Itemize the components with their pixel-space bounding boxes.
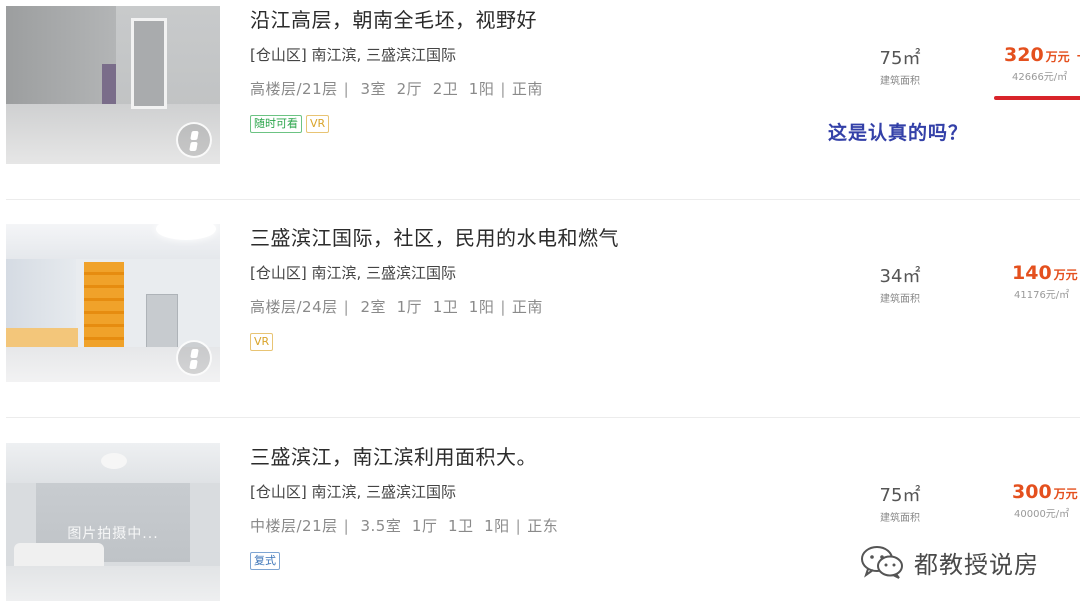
price-total: 140 万元 [1012,262,1078,284]
annotation-text: 这是认真的吗？ [828,122,969,144]
price-total: 320万元 - [1004,44,1080,66]
listing-attributes: 高楼层/24层 | 2室 1厅 1卫 1阳 | 正南 [250,296,543,317]
listing-area: 34㎡ 建筑面积 [872,262,928,305]
listing-community[interactable]: [仓山区] 南江滨, 三盛滨江国际 [250,262,456,283]
watermark: 都教授说房 [860,544,1039,580]
attr-floor: 中楼层/21层 [250,517,338,535]
attr-rooms: 3.5室 [360,517,402,535]
listing-price: 320万元 - 42666元/㎡ [1004,44,1080,83]
listing-area: 75㎡ 建筑面积 [872,44,928,87]
attr-rooms: 3室 [360,80,387,98]
listing-page: 沿江高层，朝南全毛坯，视野好 [仓山区] 南江滨, 三盛滨江国际 高楼层/21层… [0,0,1080,609]
area-label: 建筑面积 [880,513,920,524]
attr-orientation: 正南 [511,298,543,316]
attr-baths: 1卫 [448,517,474,535]
listing-title[interactable]: 沿江高层，朝南全毛坯，视野好 [250,4,537,33]
attr-baths: 2卫 [432,80,459,98]
vr-cube-icon[interactable] [176,340,212,376]
price-total-value: 300 [1012,481,1052,503]
vr-cube-icon[interactable] [176,122,212,158]
price-trail: - [1076,44,1080,66]
listing-community[interactable]: [仓山区] 南江滨, 三盛滨江国际 [250,481,456,502]
tag-vr: VR [306,115,330,133]
wechat-icon [861,546,903,579]
attr-balcony: 1阳 [468,80,495,98]
listing-thumbnail[interactable] [6,224,220,382]
attr-rooms: 2室 [360,298,387,316]
listing-area: 75㎡ 建筑面积 [872,481,928,524]
area-label: 建筑面积 [880,76,920,87]
listing-title[interactable]: 三盛滨江，南江滨利用面积大。 [250,441,537,470]
tag-viewing: 随时可看 [250,115,302,133]
price-unit: 万元 [1053,487,1078,501]
listing-item[interactable]: 图片拍摄中... 三盛滨江，南江滨利用面积大。 [仓山区] 南江滨, 三盛滨江国… [0,437,1080,609]
area-label: 建筑面积 [880,294,920,305]
listing-tags: 复式 [250,552,284,571]
listing-price: 300 万元 40000元/㎡ [1012,481,1078,520]
attr-separator: | [500,80,506,98]
thumb-chandelier [101,453,127,469]
attr-separator: | [515,517,522,535]
listing-attributes: 中楼层/21层 | 3.5室 1厅 1卫 1阳 | 正东 [250,515,558,536]
price-per-sqm: 40000元/㎡ [1014,509,1070,520]
listing-tags: VR [250,333,277,352]
listing-attributes: 高楼层/21层 | 3室 2厅 2卫 1阳 | 正南 [250,78,543,99]
attr-separator: | [500,298,506,316]
attr-separator: | [343,517,350,535]
listing-thumbnail[interactable] [6,6,220,164]
attr-separator: | [343,80,350,98]
price-total: 300 万元 [1012,481,1078,503]
listing-divider [6,417,1080,418]
attr-separator: | [343,298,350,316]
attr-balcony: 1阳 [484,517,510,535]
thumb-fridge [146,294,178,352]
listing-item[interactable]: 沿江高层，朝南全毛坯，视野好 [仓山区] 南江滨, 三盛滨江国际 高楼层/21层… [0,0,1080,200]
attr-orientation: 正东 [527,517,559,535]
tag-duplex: 复式 [250,552,280,570]
attr-orientation: 正南 [511,80,543,98]
price-per-sqm: 42666元/㎡ [1012,72,1068,83]
attr-halls: 2厅 [396,80,423,98]
listing-thumbnail[interactable]: 图片拍摄中... [6,443,220,601]
listing-item[interactable]: 三盛滨江国际，社区，民用的水电和燃气 [仓山区] 南江滨, 三盛滨江国际 高楼层… [0,218,1080,418]
tag-vr: VR [250,333,274,351]
red-underline-mark [994,96,1080,100]
attr-floor: 高楼层/21层 [250,80,338,98]
thumb-floor [6,566,220,601]
attr-halls: 1厅 [411,517,438,535]
price-total-value: 320 [1004,44,1044,66]
listing-price: 140 万元 41176元/㎡ [1012,262,1078,301]
attr-balcony: 1阳 [468,298,495,316]
listing-title[interactable]: 三盛滨江国际，社区，民用的水电和燃气 [250,222,619,251]
area-value: 75㎡ [879,48,921,69]
thumb-pillar [102,64,116,104]
watermark-text: 都教授说房 [914,550,1039,579]
price-unit: 万元 [1053,268,1078,282]
listing-tags: 随时可看 VR [250,115,333,134]
thumb-doorway [131,18,167,109]
area-value: 34㎡ [879,266,921,287]
listing-divider [6,199,1080,200]
attr-floor: 高楼层/24层 [250,298,338,316]
attr-halls: 1厅 [396,298,423,316]
photo-pending-caption: 图片拍摄中... [67,526,159,542]
area-value: 75㎡ [879,485,921,506]
price-per-sqm: 41176元/㎡ [1014,290,1070,301]
attr-baths: 1卫 [432,298,459,316]
price-total-value: 140 [1012,262,1052,284]
listing-community[interactable]: [仓山区] 南江滨, 三盛滨江国际 [250,44,456,65]
price-unit: 万元 [1045,50,1070,64]
